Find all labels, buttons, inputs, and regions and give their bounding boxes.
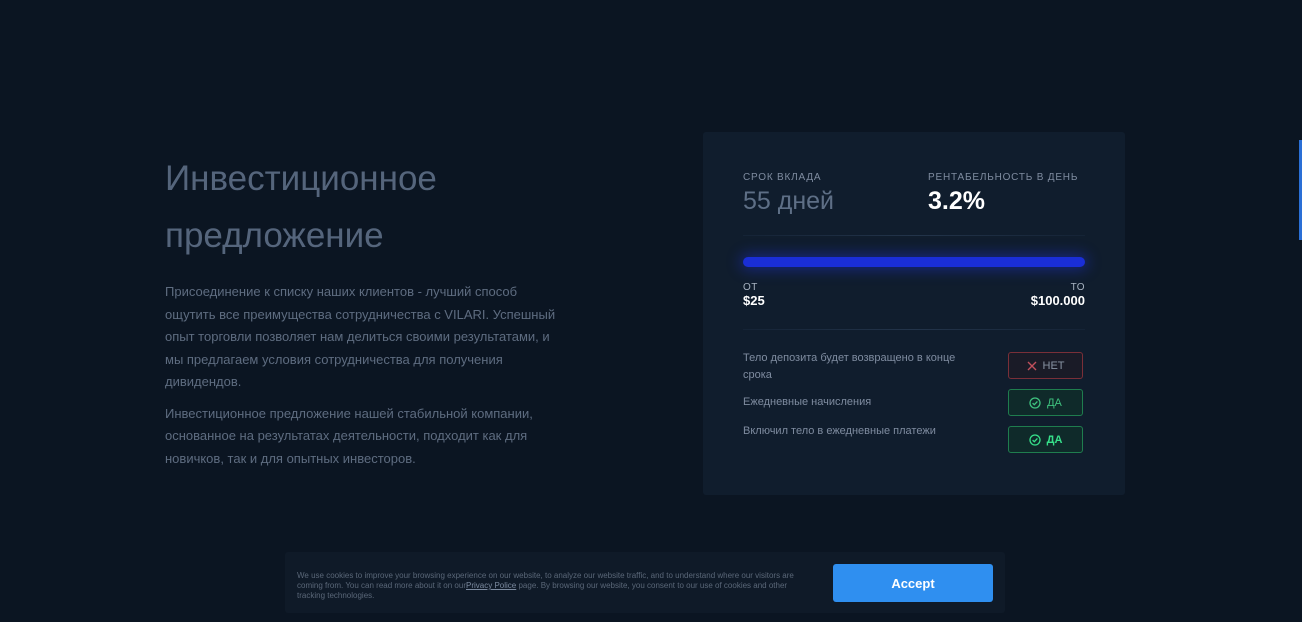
- condition-body-payments-badge-label: ДА: [1046, 433, 1063, 446]
- condition-return-text: Тело депозита будет возвращено в конце с…: [743, 352, 956, 381]
- condition-return-badge: НЕТ: [1008, 352, 1083, 379]
- deposit-range-track: [743, 257, 1085, 267]
- title-line-2: предложение: [165, 216, 384, 255]
- offer-paragraph-1: Присоединение к списку наших клиентов - …: [165, 284, 556, 389]
- x-icon: [1027, 361, 1036, 370]
- cookie-banner: We use cookies to improve your browsing …: [285, 552, 1005, 613]
- deposit-range-fill: [743, 257, 1085, 267]
- term-value: 55 дней: [743, 187, 835, 215]
- check-circle-icon: [1028, 433, 1041, 446]
- check-circle-icon: [1029, 396, 1041, 409]
- range-from-value: $25: [743, 293, 765, 308]
- condition-body-payments-badge: ДА: [1008, 426, 1083, 453]
- condition-body-payments-text: Включил тело в ежедневные платежи: [743, 425, 936, 437]
- range-to-label: ТО: [1070, 282, 1085, 293]
- condition-daily-text: Ежедневные начисления: [743, 396, 872, 408]
- page: Инвестиционное предложение Присоединение…: [0, 0, 1302, 622]
- range-to-value: $100.000: [1030, 293, 1085, 308]
- offer-paragraph-2: Инвестиционное предложение нашей стабиль…: [165, 405, 533, 466]
- term-label: СРОК ВКЛАДА: [743, 172, 822, 183]
- privacy-policy-link[interactable]: Privacy Police: [466, 581, 516, 590]
- divider: [743, 329, 1085, 330]
- accept-cookies-button[interactable]: Accept: [833, 564, 993, 602]
- cookie-text: We use cookies to improve your browsing …: [297, 571, 817, 601]
- profit-label: РЕНТАБЕЛЬНОСТЬ В ДЕНЬ: [928, 172, 1079, 183]
- divider: [743, 235, 1085, 236]
- offer-section: Инвестиционное предложение Присоединение…: [165, 150, 565, 470]
- condition-daily-badge: ДА: [1008, 389, 1083, 416]
- profit-value: 3.2%: [928, 187, 985, 215]
- condition-daily-badge-label: ДА: [1047, 396, 1062, 409]
- title-line-1: Инвестиционное: [165, 159, 437, 198]
- offer-card: СРОК ВКЛАДА 55 дней РЕНТАБЕЛЬНОСТЬ В ДЕН…: [703, 132, 1125, 495]
- condition-return-badge-label: НЕТ: [1042, 359, 1065, 372]
- range-from-label: ОТ: [743, 282, 758, 293]
- page-title: Инвестиционное предложение: [165, 150, 565, 264]
